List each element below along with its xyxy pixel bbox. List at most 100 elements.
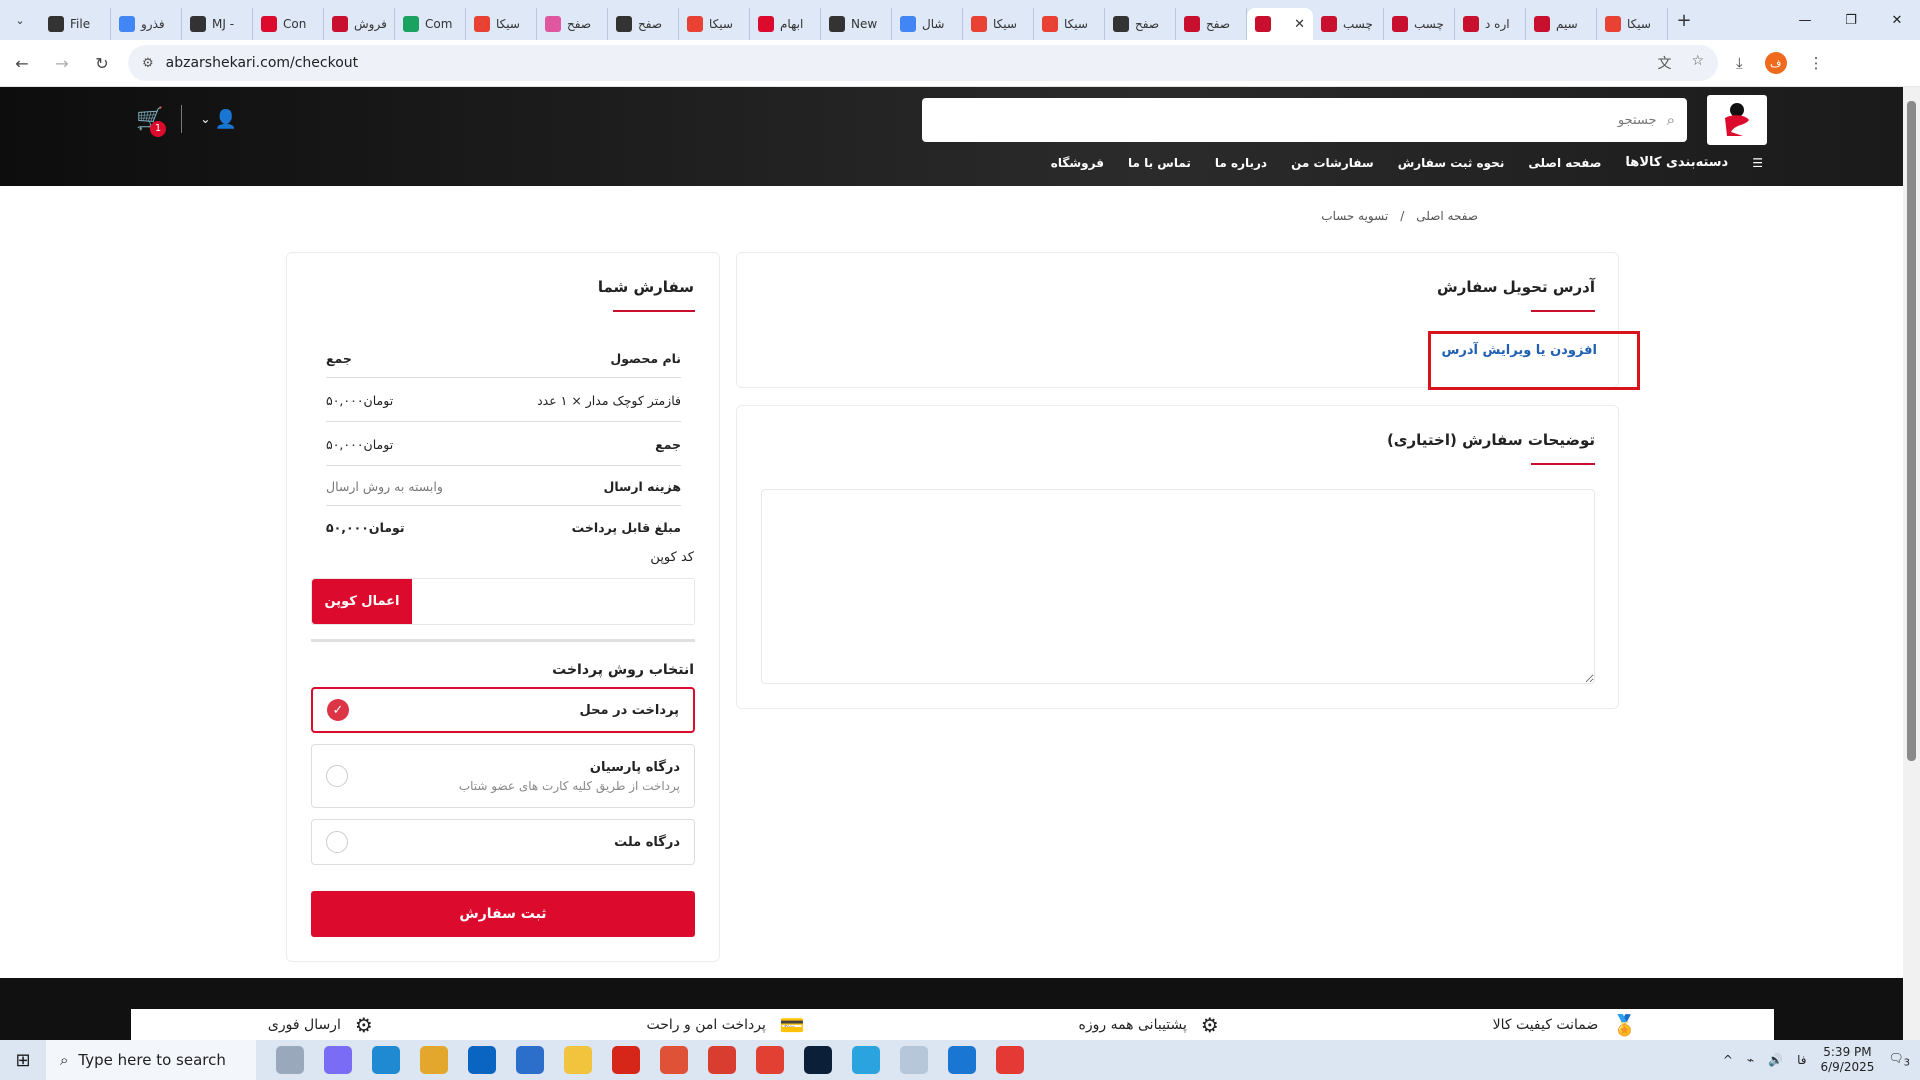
browser-tab[interactable]: سیکا — [466, 8, 537, 40]
order-item-name: فازمتر کوچک مدار × ۱ عدد — [537, 393, 681, 408]
edge-icon[interactable] — [372, 1046, 400, 1074]
chevron-up-icon[interactable]: ^ — [1723, 1053, 1733, 1067]
browser-tab[interactable]: MJ - — [182, 8, 253, 40]
site-info-icon[interactable]: ⚙ — [142, 56, 154, 71]
menu-item-contact[interactable]: تماس با ما — [1128, 156, 1191, 170]
reload-button[interactable]: ↻ — [84, 45, 120, 81]
language-indicator[interactable]: فا — [1797, 1053, 1806, 1067]
back-button[interactable]: ← — [4, 45, 40, 81]
order-title: سفارش شما — [597, 278, 694, 296]
search-input[interactable] — [934, 112, 1657, 128]
browser-tab[interactable]: اره د — [1455, 8, 1526, 40]
payment-option-mellat[interactable]: درگاه ملت — [311, 819, 695, 865]
breadcrumb-home[interactable]: صفحه اصلی — [1416, 209, 1478, 223]
cart-icon[interactable]: 🛒 1 — [136, 107, 166, 137]
chrome-icon[interactable] — [420, 1046, 448, 1074]
browser-tab[interactable]: صفح — [608, 8, 679, 40]
site-logo[interactable] — [1707, 95, 1767, 145]
network-icon[interactable]: ⌁ — [1747, 1053, 1754, 1067]
chrome-profile-2-icon[interactable] — [708, 1046, 736, 1074]
chrome-profile-icon[interactable] — [660, 1046, 688, 1074]
radio-unchecked-icon[interactable] — [326, 831, 348, 853]
bookmark-star-icon[interactable]: ☆ — [1691, 53, 1704, 73]
feature-label: ارسال فوری — [267, 1016, 341, 1033]
copilot-icon[interactable] — [324, 1046, 352, 1074]
site-header: ⌕ 🛒 1 ⌄ 👤 ☰ دسته‌بندی کالاها صفحه اصلی ن… — [0, 87, 1903, 186]
notification-icon[interactable]: 🗨3 — [1888, 1051, 1910, 1068]
page-scrollbar[interactable] — [1903, 87, 1920, 1040]
download-icon[interactable]: ⤓ — [1736, 54, 1743, 72]
apply-coupon-button[interactable]: اعمال کوپن — [312, 579, 412, 624]
browser-tab[interactable]: سیکا — [963, 8, 1034, 40]
browser-tab[interactable]: فروش — [324, 8, 395, 40]
browser-tab[interactable]: چسب — [1384, 8, 1455, 40]
telegram-icon[interactable] — [852, 1046, 880, 1074]
user-account-button[interactable]: ⌄ 👤 — [200, 109, 236, 130]
tab-title: صفح — [1135, 17, 1160, 31]
submit-order-button[interactable]: ثبت سفارش — [311, 891, 695, 937]
coupon-input[interactable] — [412, 579, 694, 624]
menu-kebab-icon[interactable]: ⋮ — [1809, 54, 1824, 72]
browser-tab[interactable]: سیکا — [679, 8, 750, 40]
order-notes-textarea[interactable] — [761, 489, 1595, 684]
menu-item-about[interactable]: درباره ما — [1215, 156, 1267, 170]
browser-tab[interactable]: سیم — [1526, 8, 1597, 40]
tab-title: صفح — [1206, 17, 1231, 31]
browser-tab[interactable]: چسب — [1313, 8, 1384, 40]
app-red-2-icon[interactable] — [996, 1046, 1024, 1074]
restore-button[interactable]: ❐ — [1828, 0, 1874, 40]
paint-icon[interactable] — [900, 1046, 928, 1074]
start-button[interactable]: ⊞ — [0, 1040, 46, 1080]
close-window-button[interactable]: ✕ — [1874, 0, 1920, 40]
address-bar[interactable]: ⚙ abzarshekari.com/checkout 文 ☆ — [128, 45, 1718, 81]
menu-item-order-guide[interactable]: نحوه ثبت سفارش — [1398, 156, 1505, 170]
browser-tab[interactable]: صفح — [537, 8, 608, 40]
close-tab-icon[interactable]: ✕ — [1294, 17, 1305, 32]
browser-tab[interactable]: صفح — [1105, 8, 1176, 40]
payment-option-parsian[interactable]: درگاه پارسیان پرداخت از طریق کلیه کارت ه… — [311, 744, 695, 808]
photoshop-icon[interactable] — [804, 1046, 832, 1074]
tab-favicon-icon — [829, 16, 845, 32]
browser-tab[interactable]: Com — [395, 8, 466, 40]
menu-item-shop[interactable]: فروشگاه — [1051, 156, 1104, 170]
outlook-icon[interactable] — [468, 1046, 496, 1074]
new-tab-button[interactable]: + — [1668, 4, 1700, 36]
photos-icon[interactable] — [948, 1046, 976, 1074]
browser-tab[interactable]: فذرو — [111, 8, 182, 40]
app-red-icon[interactable] — [612, 1046, 640, 1074]
browser-tab-active[interactable]: ✕ — [1247, 8, 1313, 40]
total-column-header: جمع — [326, 351, 352, 366]
profile-avatar[interactable]: ف — [1764, 52, 1787, 74]
browser-tab[interactable]: File — [40, 8, 111, 40]
task-view-icon[interactable] — [276, 1046, 304, 1074]
breadcrumb: صفحه اصلی / تسویه حساب — [1321, 209, 1478, 223]
payment-option-cod[interactable]: پرداخت در محل ✓ — [311, 687, 695, 733]
url-text[interactable]: abzarshekari.com/checkout — [166, 55, 359, 71]
menu-item-my-orders[interactable]: سفارشات من — [1291, 156, 1374, 170]
volume-icon[interactable]: 🔊 — [1768, 1053, 1783, 1067]
clock[interactable]: 5:39 PM 6/9/2025 — [1820, 1045, 1874, 1075]
store-icon[interactable] — [516, 1046, 544, 1074]
minimize-button[interactable]: — — [1782, 0, 1828, 40]
scrollbar-thumb[interactable] — [1907, 101, 1916, 761]
search-icon[interactable]: ⌕ — [1667, 111, 1675, 129]
radio-unchecked-icon[interactable] — [326, 765, 348, 787]
browser-tab[interactable]: Con — [253, 8, 324, 40]
browser-tab[interactable]: صفح — [1176, 8, 1247, 40]
browser-tab[interactable]: سیکا — [1597, 8, 1668, 40]
tab-search-button[interactable]: ⌄ — [0, 0, 40, 40]
browser-tab[interactable]: سیکا — [1034, 8, 1105, 40]
hamburger-icon[interactable]: ☰ — [1752, 156, 1763, 170]
payment-option-label: درگاه ملت — [614, 834, 680, 850]
browser-tab[interactable]: ابهام — [750, 8, 821, 40]
radio-checked-icon[interactable]: ✓ — [327, 699, 349, 721]
taskbar-search[interactable]: ⌕ Type here to search — [46, 1040, 256, 1080]
menu-item-home[interactable]: صفحه اصلی — [1528, 156, 1601, 170]
file-explorer-icon[interactable] — [564, 1046, 592, 1074]
anydesk-icon[interactable] — [756, 1046, 784, 1074]
browser-tab[interactable]: New — [821, 8, 892, 40]
browser-tab[interactable]: شال — [892, 8, 963, 40]
menu-categories[interactable]: دسته‌بندی کالاها — [1625, 155, 1728, 170]
forward-button[interactable]: → — [44, 45, 80, 81]
translate-icon[interactable]: 文 — [1657, 53, 1671, 73]
